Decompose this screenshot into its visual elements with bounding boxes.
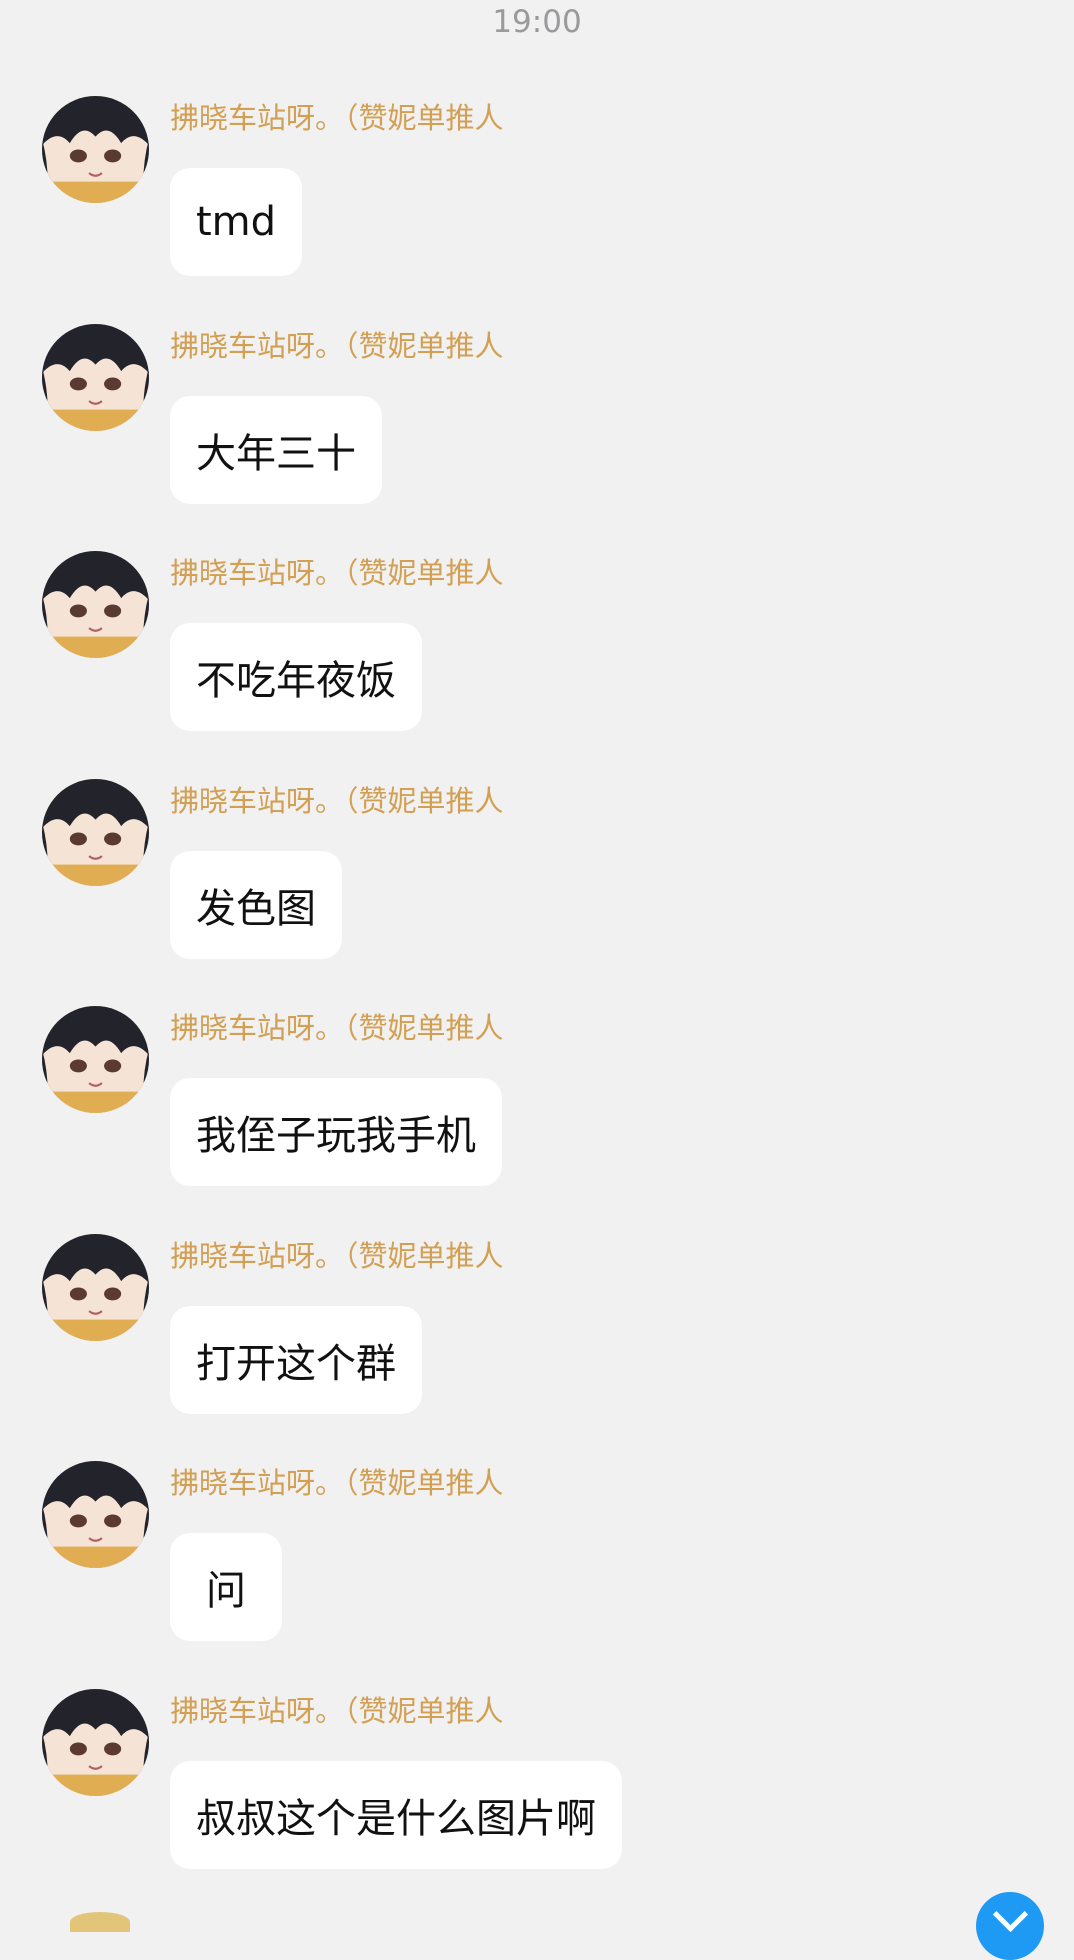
sender-name[interactable]: 拂晓车站呀。（赞妮单推人 <box>170 1689 504 1733</box>
sender-avatar[interactable] <box>42 1688 149 1796</box>
sender-avatar[interactable] <box>42 1006 149 1113</box>
message-item: 拂晓车站呀。（赞妮单推人 我侄子玩我手机 <box>0 1006 1074 1234</box>
sender-avatar <box>70 1912 130 1932</box>
sender-name[interactable]: 拂晓车站呀。（赞妮单推人 <box>170 1006 504 1050</box>
sender-avatar[interactable] <box>42 323 149 431</box>
sender-name[interactable]: 拂晓车站呀。（赞妮单推人 <box>170 324 504 368</box>
sender-name[interactable]: 拂晓车站呀。（赞妮单推人 <box>170 1461 504 1505</box>
sender-name[interactable]: 拂晓车站呀。（赞妮单推人 <box>170 96 504 140</box>
message-bubble[interactable]: 我侄子玩我手机 <box>170 1078 502 1186</box>
message-bubble[interactable]: 叔叔这个是什么图片啊 <box>170 1760 622 1869</box>
chevron-down-icon <box>992 1896 1029 1933</box>
message-item: 拂晓车站呀。（赞妮单推人 tmd <box>0 96 1074 324</box>
message-item: 拂晓车站呀。（赞妮单推人 叔叔这个是什么图片啊 <box>0 1688 1074 1917</box>
sender-name[interactable]: 拂晓车站呀。（赞妮单推人 <box>170 1234 504 1278</box>
message-item: 拂晓车站呀。（赞妮单推人 大年三十 <box>0 323 1074 552</box>
message-timestamp: 19:00 <box>492 4 582 40</box>
sender-avatar[interactable] <box>42 551 149 658</box>
message-bubble[interactable]: 不吃年夜饭 <box>170 623 422 731</box>
message-bubble[interactable]: 发色图 <box>170 850 342 959</box>
message-bubble[interactable]: 问 <box>170 1533 282 1641</box>
sender-avatar[interactable] <box>42 96 149 203</box>
message-bubble[interactable]: tmd <box>170 168 303 276</box>
sender-name[interactable]: 拂晓车站呀。（赞妮单推人 <box>170 551 504 595</box>
sender-avatar[interactable] <box>42 778 149 886</box>
message-item: 拂晓车站呀。（赞妮单推人 发色图 <box>0 778 1074 1007</box>
sender-avatar[interactable] <box>42 1461 149 1568</box>
message-list: 拂晓车站呀。（赞妮单推人 tmd 拂晓车站呀。（赞妮单推人 大年三十 拂晓车站呀… <box>0 96 1074 1916</box>
message-item: 拂晓车站呀。（赞妮单推人 打开这个群 <box>0 1233 1074 1462</box>
sender-avatar[interactable] <box>42 1233 149 1341</box>
message-item: 拂晓车站呀。（赞妮单推人 问 <box>0 1461 1074 1689</box>
sender-name[interactable]: 拂晓车站呀。（赞妮单推人 <box>170 779 504 823</box>
scroll-to-new-button[interactable] <box>976 1892 1044 1960</box>
message-item: 拂晓车站呀。（赞妮单推人 不吃年夜饭 <box>0 551 1074 779</box>
message-bubble[interactable]: 打开这个群 <box>170 1305 422 1414</box>
message-bubble[interactable]: 大年三十 <box>170 395 382 504</box>
